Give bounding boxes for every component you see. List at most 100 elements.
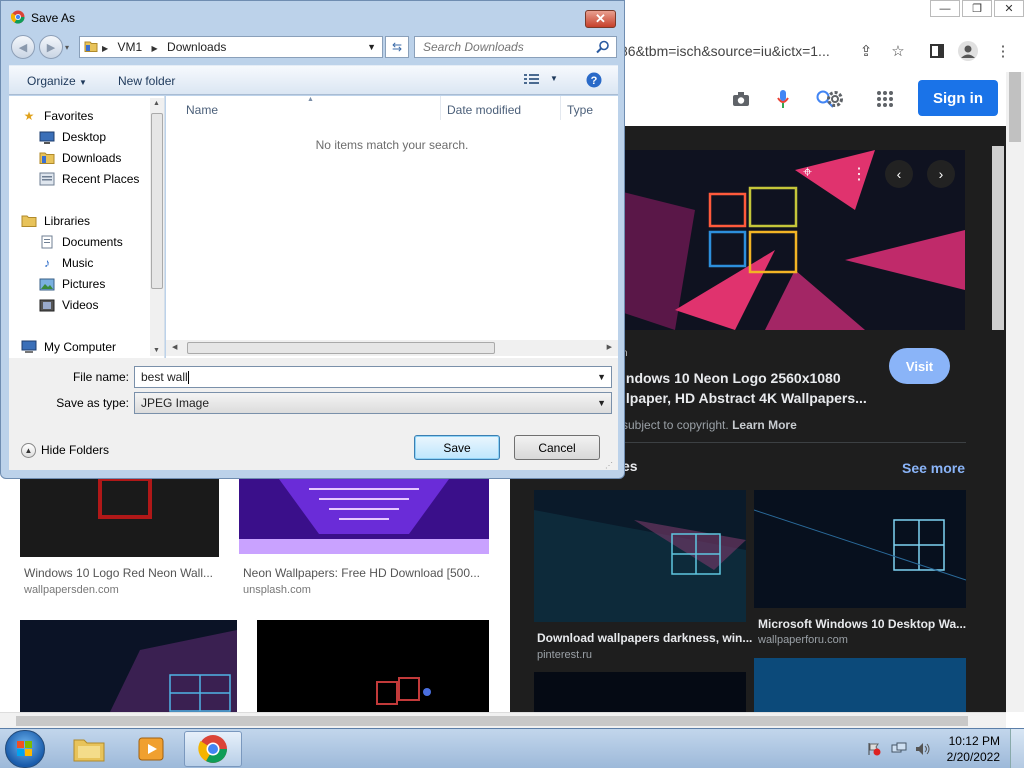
preview-title-line2[interactable]: llpaper, HD Abstract 4K Wallpapers...	[622, 390, 867, 406]
related-thumbnail[interactable]	[534, 672, 746, 712]
profile-avatar-icon[interactable]	[957, 40, 979, 62]
breadcrumb-separator-icon[interactable]: ▶	[152, 44, 158, 53]
refresh-icon[interactable]: ⇆	[385, 36, 409, 58]
explorer-taskbar-icon[interactable]	[60, 731, 118, 767]
visit-button[interactable]: Visit	[889, 348, 950, 384]
volume-icon[interactable]	[915, 742, 931, 756]
search-icon[interactable]	[596, 40, 610, 57]
side-panel-icon[interactable]	[926, 40, 948, 62]
bookmark-star-icon[interactable]: ☆	[887, 40, 909, 62]
page-vertical-scrollbar-thumb[interactable]	[1009, 72, 1021, 142]
preview-image[interactable]: ⌖ ⋮ ‹ ›	[615, 150, 965, 330]
maximize-button[interactable]: ❐	[962, 0, 992, 17]
nav-downloads[interactable]: Downloads	[39, 149, 121, 167]
related-thumbnail[interactable]	[754, 658, 966, 712]
settings-gear-icon[interactable]	[824, 88, 846, 110]
column-date-modified-header[interactable]: Date modified	[447, 103, 521, 117]
search-input[interactable]	[415, 37, 590, 57]
help-icon[interactable]: ?	[586, 72, 602, 91]
file-name-input[interactable]: best wall ▼	[134, 366, 612, 388]
related-thumbnail[interactable]	[754, 490, 966, 608]
dialog-close-button[interactable]: ✕	[585, 10, 616, 28]
address-bar-url[interactable]: 86&tbm=isch&source=iu&ictx=1...	[620, 36, 850, 66]
file-name-dropdown-icon[interactable]: ▼	[597, 367, 606, 387]
new-folder-button[interactable]: New folder	[118, 74, 175, 88]
save-button[interactable]: Save	[414, 435, 500, 460]
result-title[interactable]: Windows 10 Logo Red Neon Wall...	[24, 566, 219, 580]
scroll-down-icon[interactable]: ▼	[153, 347, 160, 354]
scroll-up-icon[interactable]: ▲	[153, 100, 160, 107]
resize-grip-icon[interactable]: ⋰	[605, 461, 613, 470]
page-vertical-scrollbar[interactable]	[1006, 72, 1024, 712]
organize-menu[interactable]: Organize ▼	[27, 74, 87, 88]
close-window-button[interactable]: ✕	[994, 0, 1024, 17]
media-player-taskbar-icon[interactable]	[122, 731, 180, 767]
action-center-flag-icon[interactable]	[866, 742, 882, 756]
result-thumbnail[interactable]	[20, 479, 219, 557]
start-button[interactable]	[5, 730, 45, 768]
nav-my-computer[interactable]: My Computer	[21, 338, 116, 356]
more-options-icon[interactable]: ⋮	[851, 164, 867, 184]
learn-more-link[interactable]: Learn More	[732, 418, 797, 432]
dialog-titlebar[interactable]: Save As ✕	[1, 1, 624, 31]
save-as-type-select[interactable]: JPEG Image ▼	[134, 392, 612, 414]
scroll-left-icon[interactable]: ◀	[172, 343, 177, 351]
breadcrumb-downloads[interactable]: Downloads	[167, 40, 226, 54]
result-title[interactable]: Neon Wallpapers: Free HD Download [500..…	[243, 566, 488, 580]
related-thumbnail[interactable]	[534, 490, 746, 622]
nav-documents[interactable]: Documents	[39, 233, 123, 251]
file-list-pane: Name ▲ Date modified Type No items match…	[166, 96, 618, 358]
page-horizontal-scrollbar-thumb[interactable]	[16, 716, 968, 726]
nav-desktop[interactable]: Desktop	[39, 128, 106, 146]
breadcrumb-separator-icon[interactable]: ▶	[102, 44, 108, 53]
voice-search-icon[interactable]	[772, 88, 794, 110]
result-thumbnail[interactable]	[257, 620, 489, 712]
view-options-icon[interactable]	[524, 73, 540, 88]
nav-pictures[interactable]: Pictures	[39, 275, 105, 293]
column-divider[interactable]	[560, 96, 561, 120]
recent-locations-icon[interactable]: ▾	[65, 43, 69, 52]
preview-title-line1[interactable]: indows 10 Neon Logo 2560x1080	[622, 370, 841, 386]
browser-menu-icon[interactable]: ⋮	[992, 40, 1014, 62]
nav-videos[interactable]: Videos	[39, 296, 98, 314]
panel-scrollbar-thumb[interactable]	[992, 146, 1004, 330]
view-dropdown-icon[interactable]: ▼	[550, 74, 558, 83]
previous-image-icon[interactable]: ‹	[885, 160, 913, 188]
breadcrumb-vm1[interactable]: VM1	[118, 40, 143, 54]
network-icon[interactable]	[891, 742, 907, 756]
nav-libraries[interactable]: Libraries	[21, 212, 90, 230]
camera-search-icon[interactable]	[730, 88, 752, 110]
back-button[interactable]: ◀	[11, 35, 35, 59]
scroll-right-icon[interactable]: ▶	[607, 343, 612, 351]
nav-pane-scrollbar-thumb[interactable]	[151, 113, 163, 289]
column-divider[interactable]	[440, 96, 441, 120]
google-apps-icon[interactable]	[874, 88, 896, 110]
lens-icon[interactable]: ⌖	[803, 164, 812, 182]
nav-recent-places[interactable]: Recent Places	[39, 170, 139, 188]
result-thumbnail[interactable]	[20, 620, 237, 712]
save-as-type-dropdown-icon[interactable]: ▼	[597, 393, 606, 413]
result-thumbnail[interactable]	[239, 479, 489, 554]
share-icon[interactable]: ⇪	[855, 40, 877, 62]
next-image-icon[interactable]: ›	[927, 160, 955, 188]
related-title[interactable]: Download wallpapers darkness, win...	[537, 631, 752, 645]
related-title[interactable]: Microsoft Windows 10 Desktop Wa...	[758, 617, 966, 631]
show-desktop-button[interactable]	[1010, 729, 1024, 768]
column-name-header[interactable]: Name	[186, 103, 218, 117]
hide-folders-toggle[interactable]: ▲ Hide Folders	[21, 441, 109, 459]
nav-favorites[interactable]: ★ Favorites	[21, 107, 94, 125]
address-breadcrumb[interactable]: ▶ VM1 ▶ Downloads ▼	[79, 36, 383, 58]
system-clock[interactable]: 10:12 PM 2/20/2022	[947, 733, 1000, 765]
page-horizontal-scrollbar[interactable]	[0, 712, 1006, 728]
minimize-button[interactable]: —	[930, 0, 960, 17]
sign-in-button[interactable]: Sign in	[918, 80, 998, 116]
cancel-button[interactable]: Cancel	[514, 435, 600, 460]
chrome-taskbar-icon[interactable]	[184, 731, 242, 767]
address-dropdown-icon[interactable]: ▼	[367, 37, 376, 57]
nav-music[interactable]: ♪ Music	[39, 254, 93, 272]
column-type-header[interactable]: Type	[567, 103, 593, 117]
file-list-scrollbar-thumb[interactable]	[187, 342, 495, 354]
see-more-link[interactable]: See more	[902, 460, 965, 476]
search-downloads-box[interactable]	[414, 36, 617, 58]
forward-button[interactable]: ▶	[39, 35, 63, 59]
